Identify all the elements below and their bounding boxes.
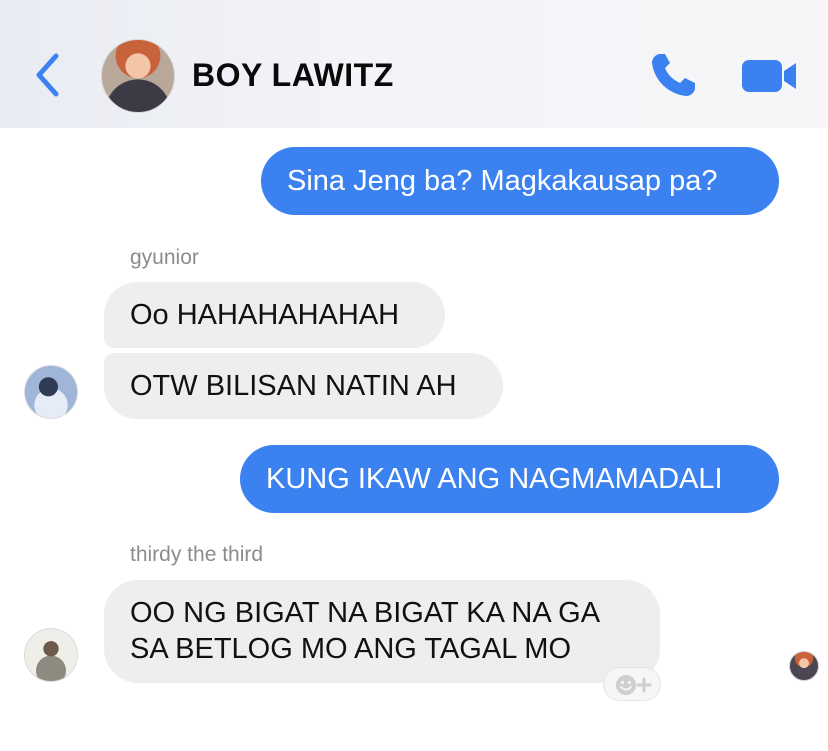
contact-name[interactable]: BOY LAWITZ (192, 57, 394, 94)
chevron-left-icon (36, 53, 59, 97)
message-text: Oo HAHAHAHAHAH (130, 299, 400, 331)
chat-header: BOY LAWITZ (0, 0, 828, 128)
contact-avatar[interactable] (101, 39, 175, 113)
message-text-line: OO NG BIGAT NA BIGAT KA NA GA (130, 597, 601, 629)
message-text: OTW BILISAN NATIN AH (130, 370, 457, 402)
message-text: KUNG IKAW ANG NAGMAMADALI (266, 463, 723, 495)
incoming-message[interactable]: OO NG BIGAT NA BIGAT KA NA GA SA BETLOG … (104, 580, 660, 683)
incoming-message[interactable]: Oo HAHAHAHAHAH (104, 282, 445, 348)
add-reaction-button[interactable] (603, 667, 661, 701)
outgoing-message[interactable]: KUNG IKAW ANG NAGMAMADALI (240, 445, 779, 513)
add-reaction-icon (616, 675, 652, 695)
sender-avatar[interactable] (24, 365, 78, 419)
sender-avatar[interactable] (24, 628, 78, 682)
phone-icon (652, 54, 695, 96)
read-receipt-avatar (789, 651, 819, 681)
back-button[interactable] (30, 50, 66, 100)
message-text: Sina Jeng ba? Magkakausap pa? (287, 165, 718, 197)
outgoing-message[interactable]: Sina Jeng ba? Magkakausap pa? (261, 147, 779, 215)
message-text-line: SA BETLOG MO ANG TAGAL MO (130, 633, 572, 665)
video-call-button[interactable] (740, 57, 798, 95)
incoming-message[interactable]: OTW BILISAN NATIN AH (104, 353, 503, 419)
video-camera-icon (742, 60, 796, 92)
sender-name: thirdy the third (130, 543, 264, 566)
call-button[interactable] (648, 50, 700, 100)
sender-name: gyunior (130, 246, 199, 269)
